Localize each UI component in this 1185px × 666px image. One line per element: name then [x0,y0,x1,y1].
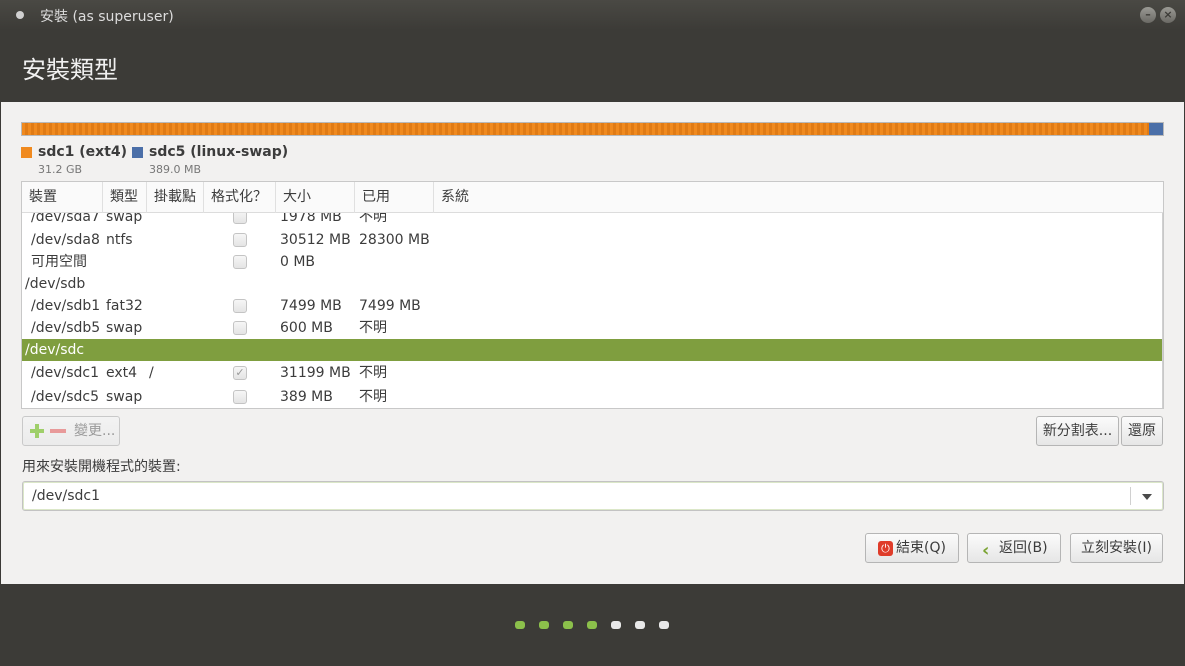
table-scrollbar[interactable] [1162,213,1163,408]
bootloader-device-select[interactable]: /dev/sdc1 [22,481,1164,511]
cell-device: /dev/sdc1 [31,365,100,381]
progress-dot [611,621,621,629]
cell-type: swap [106,320,143,336]
column-header-mount[interactable]: 掛載點 [147,182,204,213]
minimize-icon[interactable]: – [1140,7,1156,23]
cell-size: 0 MB [280,254,316,270]
cell-used: 不明 [359,365,387,381]
table-row[interactable]: 可用空間 0 MB [22,251,1163,273]
cell-used: 不明 [359,389,387,405]
cell-mount: / [149,365,154,381]
format-checkbox[interactable]: ✓ [233,366,247,380]
app-icon [16,11,24,19]
minus-icon[interactable] [50,429,66,433]
bootloader-device-value: /dev/sdc1 [32,488,101,504]
bootloader-label: 用來安裝開機程式的裝置: [22,459,181,475]
plus-icon[interactable] [29,423,45,439]
cell-device: /dev/sdc5 [31,389,100,405]
cell-size: 389 MB [280,389,333,405]
legend-swatch [21,147,32,158]
cell-size: 31199 MB [280,365,351,381]
cell-size: 1978 MB [280,213,342,225]
table-body: /dev/sda7 swap 1978 MB 不明/dev/sda8 ntfs 30512… [22,213,1163,408]
chevron-down-icon[interactable] [1142,494,1152,500]
cell-used: 7499 MB [359,298,421,314]
table-row[interactable]: /dev/sda8 ntfs 30512 MB 28300 MB [22,229,1163,251]
progress-dot [587,621,597,629]
cell-device: /dev/sdc [25,342,85,358]
table-row[interactable]: /dev/sdb [22,273,1163,295]
progress-dot [659,621,669,629]
cell-type: swap [106,389,143,405]
cell-device: /dev/sdb1 [31,298,101,314]
page-header: 安裝類型 [0,30,1185,102]
new-partition-table-button[interactable]: 新分割表... [1036,416,1119,446]
format-checkbox[interactable] [233,321,247,335]
progress-dot [563,621,573,629]
table-row[interactable]: /dev/sda7 swap 1978 MB 不明 [22,213,1163,228]
format-checkbox[interactable] [233,255,247,269]
column-header-device[interactable]: 裝置 [22,182,103,213]
window-title: 安裝 (as superuser) [40,9,174,25]
page-title: 安裝類型 [22,56,118,84]
table-row[interactable]: /dev/sdc5 swap 389 MB 不明 [22,386,1163,408]
legend-name: sdc1 (ext4) [38,144,128,160]
table-row[interactable]: /dev/sdb1 fat32 7499 MB 7499 MB [22,295,1163,317]
main-panel: sdc1 (ext4) 31.2 GB sdc5 (linux-swap) 38… [1,102,1184,584]
progress-dot [635,621,645,629]
cell-device: /dev/sda8 [31,232,100,248]
cell-type: swap [106,213,143,225]
cell-device: /dev/sda7 [31,213,100,225]
footer [0,584,1185,666]
cell-size: 600 MB [280,320,333,336]
chevron-left-icon: ‹ [982,540,990,561]
window-titlebar: 安裝 (as superuser) – × [0,0,1185,30]
format-checkbox[interactable] [233,390,247,404]
progress-dot [515,621,525,629]
partition-bar-segment-sdc5 [1149,123,1163,135]
change-button[interactable]: 變更... [74,417,115,445]
revert-button[interactable]: 還原 [1121,416,1163,446]
cell-used: 不明 [359,320,387,336]
table-row[interactable]: /dev/sdc1 ext4 / 31199 MB 不明 ✓ [22,362,1163,384]
format-checkbox[interactable] [233,233,247,247]
back-button[interactable]: ‹ 返回(B) [967,533,1061,563]
quit-button[interactable]: ⏻ 結束(Q) [865,533,959,563]
partition-table[interactable]: 裝置 類型 掛載點 格式化？ 大小 已用 系統 /dev/sda7 swap 197… [21,181,1164,409]
format-checkbox[interactable] [233,213,247,224]
column-header-used[interactable]: 已用 [355,182,434,213]
cell-type: ext4 [106,365,138,381]
cell-type: ntfs [106,232,133,248]
table-header: 裝置 類型 掛載點 格式化？ 大小 已用 系統 [22,182,1163,213]
cell-size: 7499 MB [280,298,342,314]
partition-bar [21,122,1164,136]
format-checkbox[interactable] [233,299,247,313]
combo-separator [1130,487,1131,505]
back-button-label: 返回(B) [999,540,1048,556]
close-icon[interactable]: × [1160,7,1176,23]
cell-used: 28300 MB [359,232,430,248]
cell-type: fat32 [106,298,143,314]
legend-size: 31.2 GB [38,163,83,176]
legend-name: sdc5 (linux-swap) [149,144,289,160]
partition-bar-segment-sdc1 [22,123,1151,135]
cell-size: 30512 MB [280,232,351,248]
column-header-type[interactable]: 類型 [103,182,147,213]
table-row[interactable]: /dev/sdc [22,339,1163,361]
install-now-button[interactable]: 立刻安裝(I) [1070,533,1163,563]
table-row[interactable]: /dev/sdb5 swap 600 MB 不明 [22,317,1163,339]
partition-toolbar: 變更... [22,416,120,446]
legend-size: 389.0 MB [149,163,202,176]
legend-swatch [132,147,143,158]
cell-device: 可用空間 [31,254,87,270]
power-icon: ⏻ [878,541,893,556]
progress-dot [539,621,549,629]
column-header-format[interactable]: 格式化？ [204,182,276,213]
column-header-system[interactable]: 系統 [434,182,1163,213]
cell-device: /dev/sdb [25,276,86,292]
column-header-size[interactable]: 大小 [276,182,355,213]
cell-device: /dev/sdb5 [31,320,101,336]
cell-used: 不明 [359,213,387,225]
quit-button-label: 結束(Q) [896,540,946,556]
